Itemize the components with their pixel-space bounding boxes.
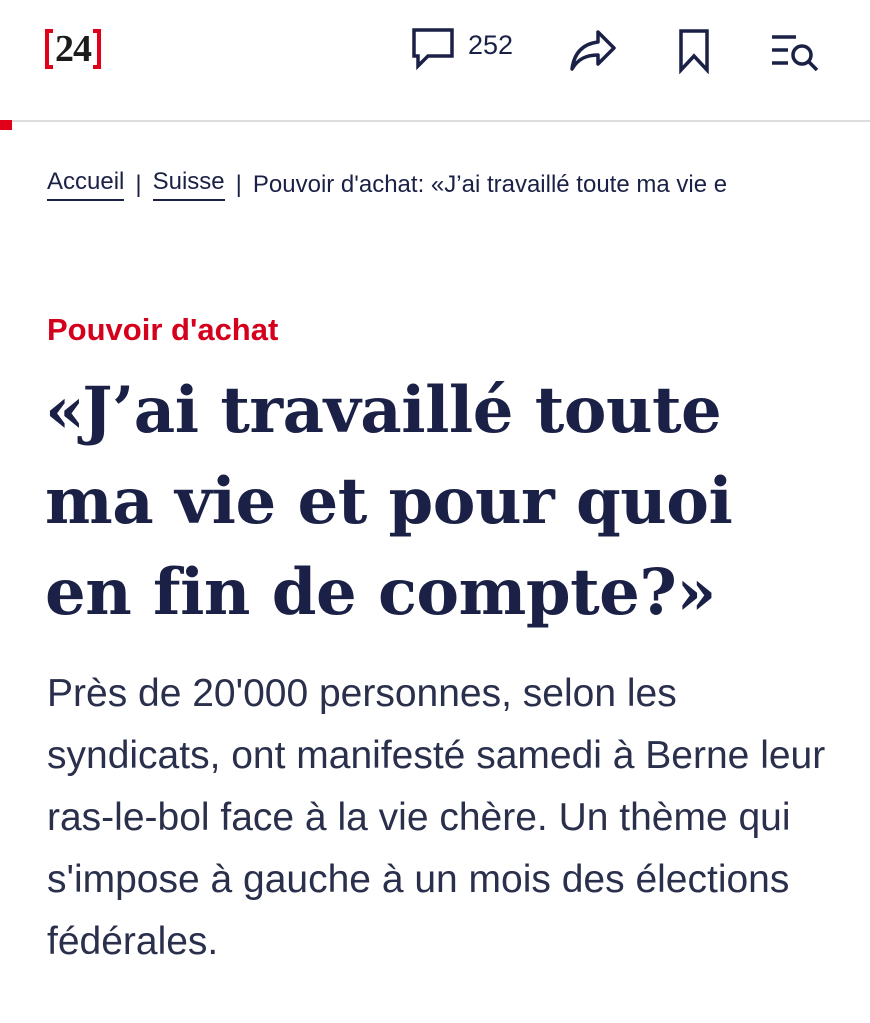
article-kicker[interactable]: Pouvoir d'achat <box>47 312 278 348</box>
breadcrumb-item-accueil[interactable]: Accueil <box>47 168 125 201</box>
breadcrumb-item-suisse[interactable]: Suisse <box>152 168 225 201</box>
share-button[interactable] <box>568 26 618 74</box>
reading-progress-bar <box>0 120 12 130</box>
bookmark-button[interactable] <box>676 28 712 74</box>
comment-icon <box>410 26 456 70</box>
comment-count: 252 <box>468 29 514 60</box>
header-divider <box>0 120 870 122</box>
breadcrumb-fade <box>740 160 830 240</box>
comments-button[interactable]: 252 <box>410 26 513 70</box>
site-logo[interactable]: 24 <box>45 27 101 71</box>
article-lead: Près de 20'000 personnes, selon les synd… <box>47 672 826 963</box>
logo-bracket-right <box>93 29 101 69</box>
breadcrumb-separator: | <box>235 170 242 198</box>
share-icon <box>568 26 618 74</box>
logo-bracket-left <box>45 29 53 69</box>
breadcrumb: Accueil | Suisse | Pouvoir d'achat: «J’a… <box>47 168 827 201</box>
bookmark-icon <box>676 28 712 74</box>
article-title: «J’ai travaillé toute ma vie et pour quo… <box>45 373 733 630</box>
menu-search-button[interactable] <box>770 30 822 74</box>
top-bar: 24 252 <box>0 0 870 122</box>
logo-text: 24 <box>55 28 92 70</box>
menu-search-icon <box>770 30 822 74</box>
breadcrumb-current: Pouvoir d'achat: «J’ai travaillé toute m… <box>252 170 728 198</box>
breadcrumb-separator: | <box>135 170 142 198</box>
